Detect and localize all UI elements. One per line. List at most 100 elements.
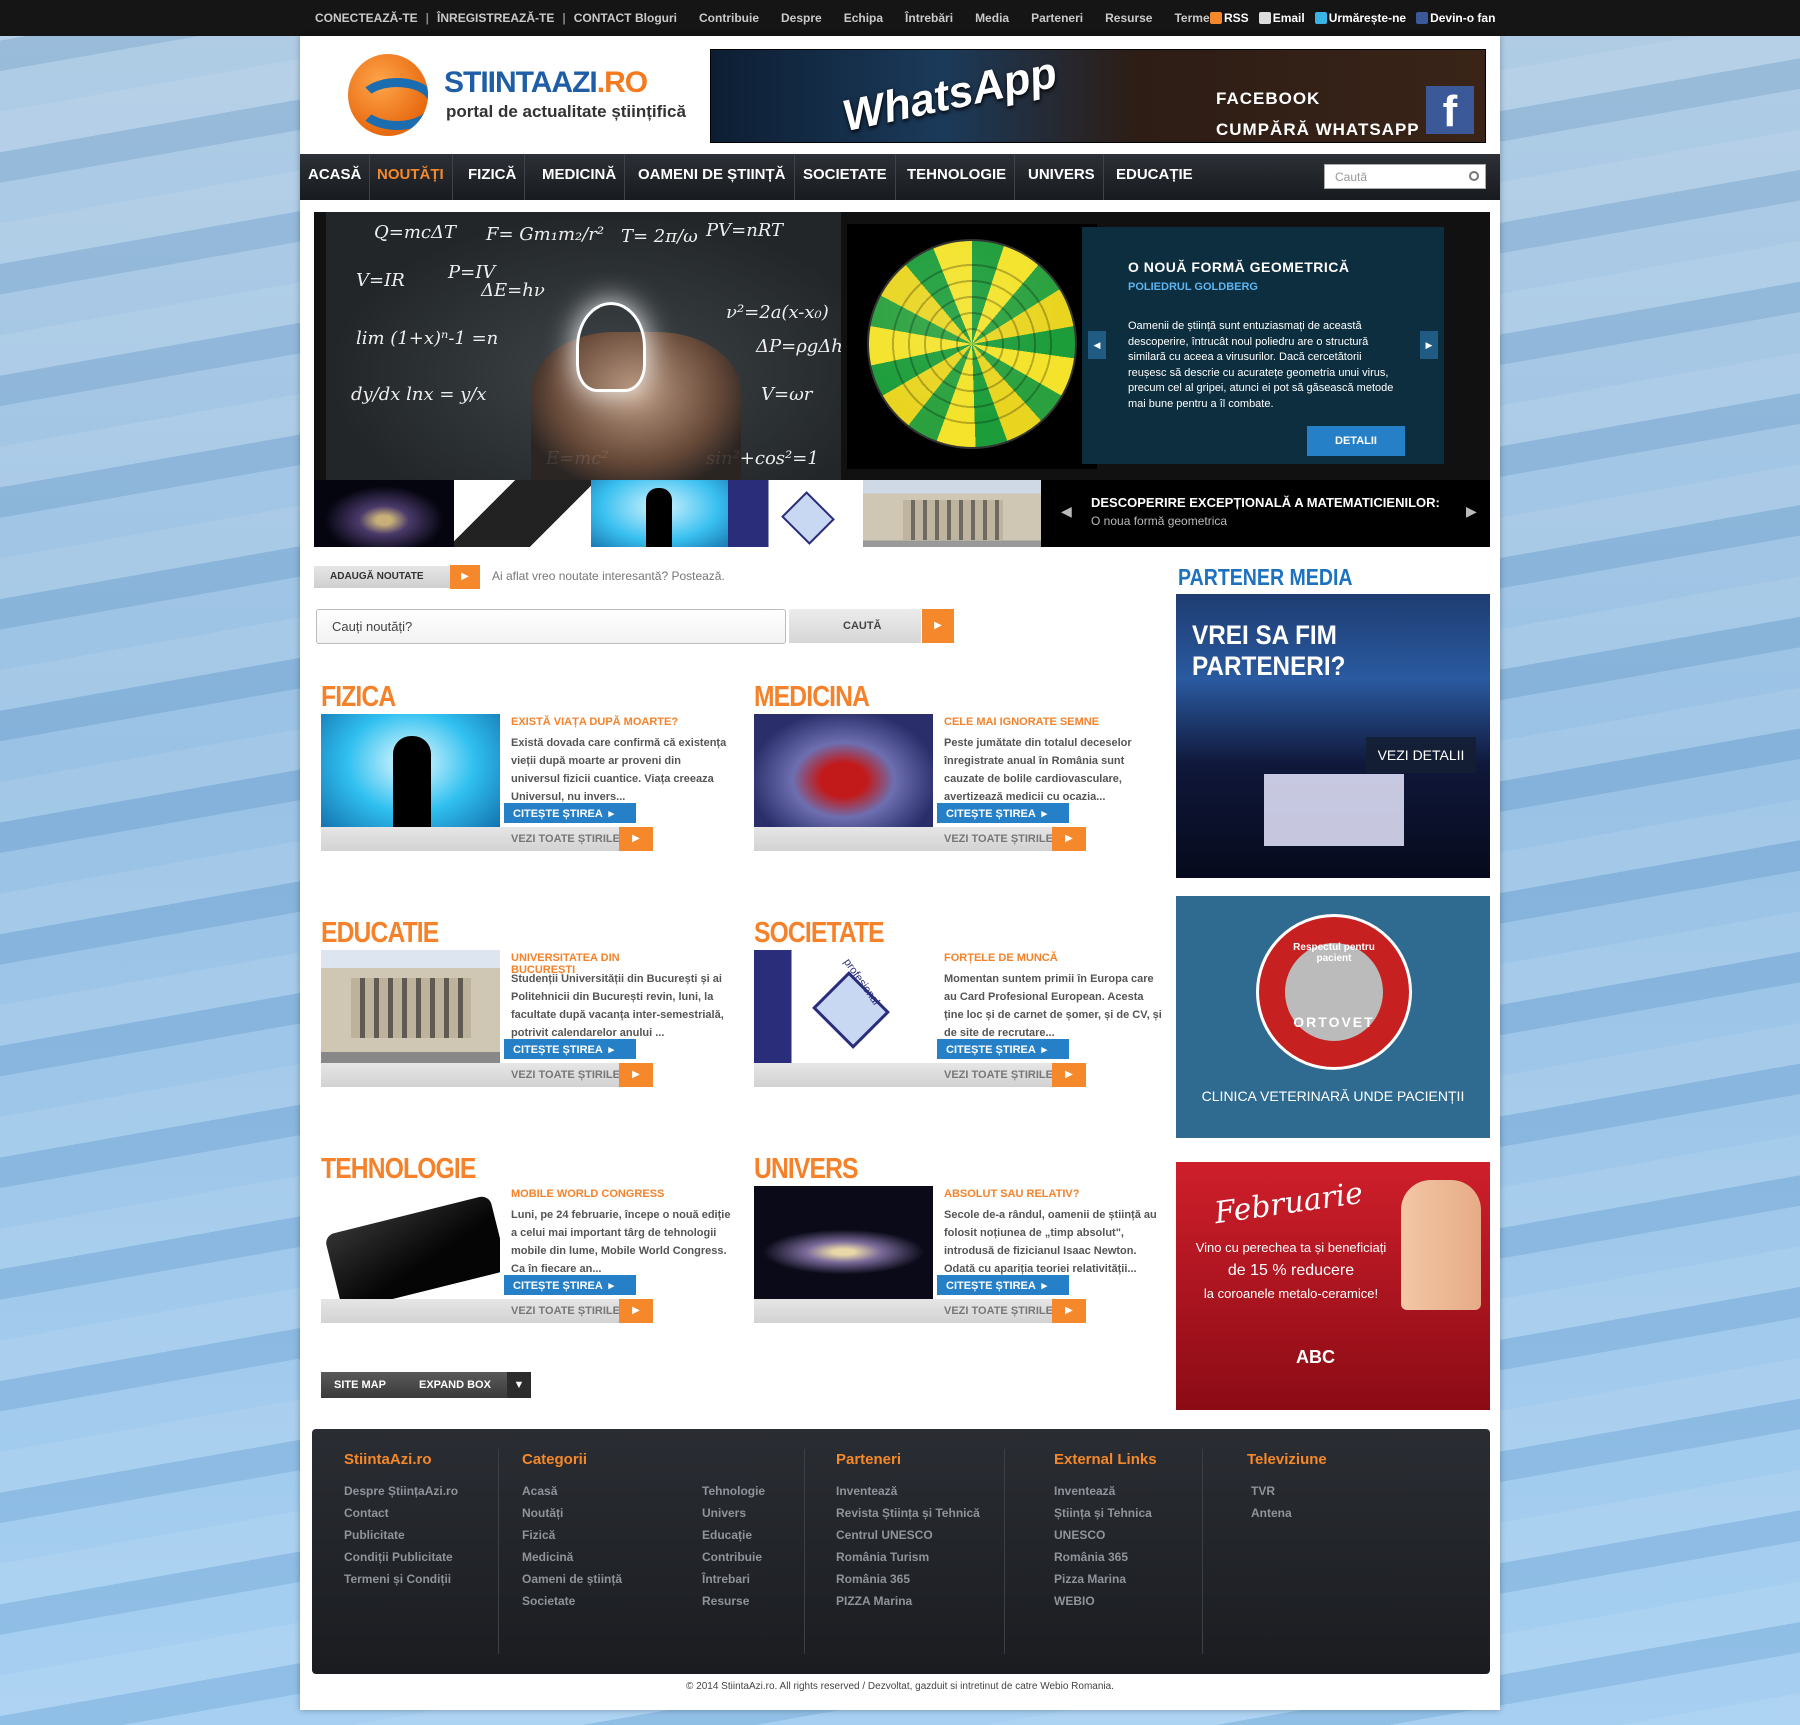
partner-details-button[interactable]: VEZI DETALII [1366, 737, 1476, 773]
article-image[interactable] [754, 714, 933, 834]
footer-link[interactable]: Oameni de știință [522, 1568, 702, 1590]
read-article-button[interactable]: CITEȘTE ȘTIREA ▸ [937, 1039, 1069, 1059]
news-search-input[interactable]: Cauți noutăți? [316, 609, 786, 644]
view-all-button[interactable]: VEZI TOATE ȘTIRILE [754, 1063, 1082, 1087]
nav-item-fizica[interactable]: FIZICĂ [460, 154, 526, 200]
next-slide-arrow-icon[interactable]: ▶ [1420, 331, 1438, 359]
footer-link[interactable]: PIZZA Marina [836, 1590, 980, 1612]
top-menu-item[interactable]: Resurse [1105, 11, 1152, 25]
footer-link[interactable]: Educație [702, 1524, 765, 1546]
read-article-button[interactable]: CITEȘTE ȘTIREA ▸ [937, 803, 1069, 823]
article-headline[interactable]: ABSOLUT SAU RELATIV? [944, 1188, 1079, 1200]
article-headline[interactable]: FORȚELE DE MUNCĂ [944, 952, 1058, 964]
news-search-button[interactable]: CAUTĂ [789, 609, 921, 643]
view-all-button[interactable]: VEZI TOATE ȘTIRILE [321, 1299, 649, 1323]
thumb-silhouette[interactable] [591, 480, 728, 547]
section-title[interactable]: SOCIETATE [754, 917, 885, 950]
footer-link[interactable]: România Turism [836, 1546, 980, 1568]
view-all-button[interactable]: VEZI TOATE ȘTIRILE [321, 1063, 649, 1087]
view-all-button[interactable]: VEZI TOATE ȘTIRILE [754, 827, 1082, 851]
footer-link[interactable]: România 365 [836, 1568, 980, 1590]
footer-link[interactable]: Știința și Tehnica [1054, 1502, 1157, 1524]
site-map-button[interactable]: SITE MAP [334, 1379, 386, 1391]
nav-search-input[interactable]: Caută [1324, 164, 1486, 189]
article-image[interactable]: profesional [754, 950, 933, 1070]
footer-link[interactable]: Întrebari [702, 1568, 765, 1590]
view-all-arrow-icon[interactable]: ▶ [619, 827, 653, 851]
article-headline[interactable]: CELE MAI IGNORATE SEMNE [944, 716, 1099, 728]
footer-link[interactable]: Contact [344, 1502, 458, 1524]
article-image[interactable] [321, 714, 500, 834]
nav-item-noutati[interactable]: NOUTĂȚI [369, 154, 453, 200]
view-all-button[interactable]: VEZI TOATE ȘTIRILE [754, 1299, 1082, 1323]
search-icon[interactable] [1469, 171, 1479, 181]
footer-link[interactable]: Resurse [702, 1590, 765, 1612]
article-image[interactable] [321, 950, 500, 1070]
top-menu-item[interactable]: Parteneri [1031, 11, 1083, 25]
footer-link[interactable]: Publicitate [344, 1524, 458, 1546]
view-all-arrow-icon[interactable]: ▶ [1052, 1299, 1086, 1323]
read-article-button[interactable]: CITEȘTE ȘTIREA ▸ [504, 803, 636, 823]
nav-item-societate[interactable]: SOCIETATE [795, 154, 896, 200]
contact-link[interactable]: CONTACT [574, 11, 632, 25]
section-title[interactable]: EDUCATIE [321, 917, 439, 950]
view-all-button[interactable]: VEZI TOATE ȘTIRILE [321, 827, 649, 851]
section-title[interactable]: TEHNOLOGIE [321, 1153, 476, 1186]
top-menu-item[interactable]: Despre [781, 11, 822, 25]
footer-link[interactable]: Inventează [836, 1480, 980, 1502]
logo-text[interactable]: STIINTAAZI.RO [444, 66, 648, 100]
read-article-button[interactable]: CITEȘTE ȘTIREA ▸ [937, 1275, 1069, 1295]
footer-link[interactable]: Tehnologie [702, 1480, 765, 1502]
goldberg-polyhedron-image[interactable] [847, 224, 1097, 469]
caption-prev-arrow-icon[interactable]: ◀ [1061, 503, 1072, 520]
thumb-university[interactable] [863, 480, 1041, 547]
view-all-arrow-icon[interactable]: ▶ [1052, 827, 1086, 851]
footer-link[interactable]: Univers [702, 1502, 765, 1524]
view-all-arrow-icon[interactable]: ▶ [619, 1299, 653, 1323]
footer-link[interactable]: Condiții Publicitate [344, 1546, 458, 1568]
email-link[interactable]: Email [1258, 11, 1305, 25]
footer-link[interactable]: Noutăți [522, 1502, 702, 1524]
footer-link[interactable]: Medicină [522, 1546, 702, 1568]
footer-link[interactable]: Despre ȘtiințaAzi.ro [344, 1480, 458, 1502]
section-title[interactable]: UNIVERS [754, 1153, 858, 1186]
section-title[interactable]: MEDICINA [754, 681, 870, 714]
thumb-galaxy[interactable] [314, 480, 454, 547]
footer-link[interactable]: Termeni și Condiții [344, 1568, 458, 1590]
rss-link[interactable]: RSS [1210, 11, 1249, 25]
article-headline[interactable]: MOBILE WORLD CONGRESS [511, 1188, 664, 1200]
nav-item-oameni[interactable]: OAMENI DE ȘTIINȚĂ [630, 154, 795, 200]
add-news-arrow-icon[interactable]: ▶ [450, 565, 480, 589]
footer-link[interactable]: Centrul UNESCO [836, 1524, 980, 1546]
slide-details-button[interactable]: DETALII [1307, 426, 1405, 456]
partner-ad[interactable]: VREI SA FIM PARTENERI? VEZI DETALII [1176, 594, 1490, 878]
nav-item-acasa[interactable]: ACASĂ [300, 154, 371, 200]
footer-link[interactable]: Contribuie [702, 1546, 765, 1568]
footer-link[interactable]: WEBIO [1054, 1590, 1157, 1612]
search-arrow-icon[interactable]: ▶ [922, 609, 954, 643]
top-menu-item[interactable]: Media [975, 11, 1009, 25]
footer-link[interactable]: Inventează [1054, 1480, 1157, 1502]
footer-link[interactable]: Fizică [522, 1524, 702, 1546]
chevron-down-icon[interactable]: ▼ [507, 1372, 531, 1398]
top-menu-item[interactable]: Bloguri [635, 11, 677, 25]
article-image[interactable] [321, 1186, 500, 1306]
top-menu-item[interactable]: Întrebări [905, 11, 953, 25]
nav-item-educatie[interactable]: EDUCAȚIE [1108, 154, 1201, 200]
top-menu-item[interactable]: Echipa [844, 11, 883, 25]
footer-link[interactable]: România 365 [1054, 1546, 1157, 1568]
nav-item-medicina[interactable]: MEDICINĂ [534, 154, 626, 200]
header-banner[interactable]: WhatsApp FACEBOOK CUMPĂRĂ WHATSAPP f [710, 48, 1486, 143]
prev-slide-arrow-icon[interactable]: ◀ [1088, 331, 1106, 359]
logo-icon[interactable] [348, 54, 428, 136]
view-all-arrow-icon[interactable]: ▶ [1052, 1063, 1086, 1087]
read-article-button[interactable]: CITEȘTE ȘTIREA ▸ [504, 1275, 636, 1295]
article-headline[interactable]: EXISTĂ VIAȚA DUPĂ MOARTE? [511, 716, 678, 728]
ortovet-ad[interactable]: Respectul pentru pacient ORTOVET CLINICA… [1176, 896, 1490, 1138]
footer-link[interactable]: Societate [522, 1590, 702, 1612]
top-menu-item[interactable]: Contribuie [699, 11, 759, 25]
footer-link[interactable]: Acasă [522, 1480, 702, 1502]
caption-next-arrow-icon[interactable]: ▶ [1466, 503, 1477, 520]
nav-item-univers[interactable]: UNIVERS [1020, 154, 1104, 200]
thumb-card[interactable] [728, 480, 863, 547]
